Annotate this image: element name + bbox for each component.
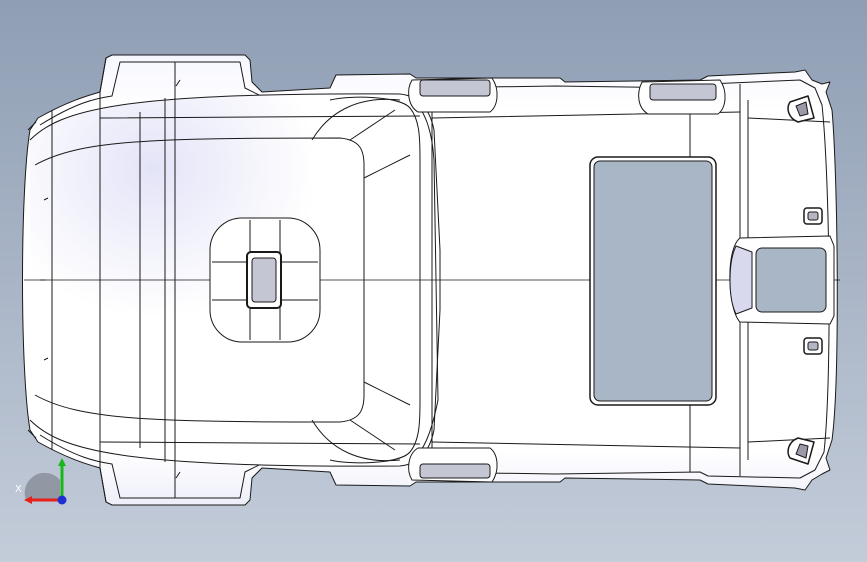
clip-rear-1-inner xyxy=(807,211,819,221)
y-axis-arrowhead xyxy=(58,458,66,466)
coordinate-triad xyxy=(24,458,67,505)
cad-graphics-viewport[interactable]: X xyxy=(0,0,867,562)
x-axis-label: X xyxy=(15,484,22,495)
handle-pocket-left-rear xyxy=(638,79,726,115)
triad-base-shade xyxy=(24,472,60,500)
clip-rear-2-inner xyxy=(807,341,819,351)
headliner-model[interactable] xyxy=(0,0,867,562)
dome-light-opening-inner xyxy=(251,257,277,303)
handle-pocket-left-front xyxy=(408,77,498,113)
z-axis-dot xyxy=(57,495,67,505)
rear-console-opening xyxy=(755,247,827,313)
sunroof-opening xyxy=(593,160,713,402)
handle-pocket-right-front xyxy=(408,447,498,483)
rear-console-bevel xyxy=(729,245,753,315)
